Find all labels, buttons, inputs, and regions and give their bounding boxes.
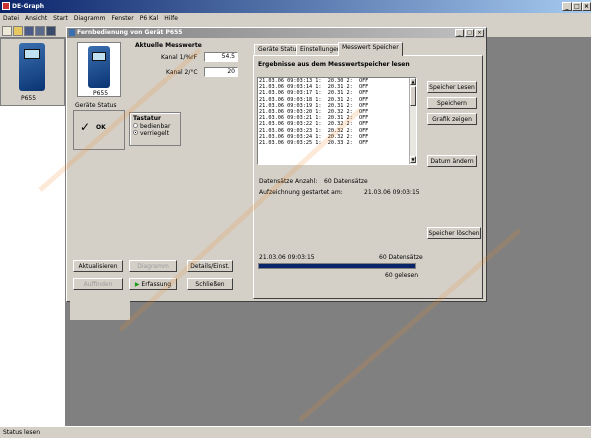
close-icon[interactable]: ×	[582, 2, 591, 11]
record-button[interactable]: ▶ Erfassung	[129, 278, 177, 290]
status-label: Geräte Status	[75, 102, 117, 109]
listbox-scrollbar[interactable]: ▲ ▼	[409, 78, 416, 164]
print-icon[interactable]	[35, 26, 45, 36]
memory-heading: Ergebnisse aus dem Messwertspeicher lese…	[258, 61, 410, 68]
device-picture: P655	[77, 42, 121, 97]
remote-control-window: Fernbedienung von Gerät P655 _ □ × P655 …	[66, 27, 487, 320]
status-value: OK	[96, 124, 106, 131]
maximize-icon[interactable]: □	[572, 2, 582, 11]
minimize-icon[interactable]: _	[562, 2, 572, 11]
sidebar-device-label: P655	[21, 95, 37, 102]
read-memory-button[interactable]: Speicher Lesen	[427, 81, 477, 93]
device-sidebar: P655	[0, 38, 66, 426]
menu-datei[interactable]: Datei	[0, 13, 22, 24]
close-button[interactable]: Schließen	[187, 278, 233, 290]
child-minimize-icon[interactable]: _	[455, 29, 464, 37]
memory-listbox[interactable]: 21.03.06 09:03:13 1: 20.30 2: OFF 21.03.…	[257, 77, 417, 165]
menu-diagramm[interactable]: Diagramm	[71, 13, 109, 24]
device-label: P655	[93, 90, 109, 97]
keyboard-option-operable-label: bedienbar	[140, 123, 171, 130]
menu-p6-kal[interactable]: P6 Kal	[137, 13, 162, 24]
readings-heading: Aktuelle Messwerte	[135, 42, 202, 49]
child-window-title: Fernbedienung von Gerät P655	[77, 29, 183, 36]
reading-2-value: 20	[204, 67, 238, 77]
progress-time: 21.03.06 09:03:15	[259, 254, 315, 261]
device-icon	[88, 46, 110, 88]
child-close-icon[interactable]: ×	[475, 29, 484, 37]
child-window-titlebar[interactable]: Fernbedienung von Gerät P655	[67, 28, 486, 38]
diagram-button[interactable]: Diagramm	[129, 260, 177, 272]
recording-started-value: 21.03.06 09:03:15	[364, 189, 420, 196]
device-icon	[19, 43, 45, 91]
clear-memory-button[interactable]: Speicher löschen	[427, 227, 481, 239]
record-count-value: 60 Datensätze	[324, 178, 368, 185]
checkmark-icon: ✓	[80, 120, 91, 134]
window-title: DE-Graph	[12, 3, 45, 10]
save-disk-icon[interactable]	[24, 26, 34, 36]
record-button-label: Erfassung	[141, 281, 172, 288]
scroll-down-icon[interactable]: ▼	[410, 156, 416, 163]
menu-fenster[interactable]: Fenster	[108, 13, 136, 24]
read-progress-bar	[258, 263, 416, 269]
reading-2-label: Kanal 2/°C	[166, 69, 198, 76]
keyboard-option-locked-label: verriegelt	[140, 130, 169, 137]
menu-bar: Datei Ansicht Start Diagramm Fenster P6 Kal Hi…	[0, 13, 591, 24]
record-count-label: Datensätze Anzahl:	[259, 178, 318, 185]
scroll-up-icon[interactable]: ▲	[410, 78, 416, 85]
window-titlebar[interactable]: DE-Graph	[0, 0, 591, 13]
save-button[interactable]: Speichern	[427, 97, 477, 109]
app-icon[interactable]	[2, 2, 10, 10]
keyboard-heading: Tastatur	[133, 115, 161, 122]
status-text: Status lesen	[3, 429, 41, 436]
menu-ansicht[interactable]: Ansicht	[22, 13, 50, 24]
recording-started-label: Aufzeichnung gestartet am:	[259, 189, 343, 196]
progress-read: 60 gelesen	[385, 272, 419, 279]
reading-1-label: Kanal 1/%rF	[161, 54, 198, 61]
child-maximize-icon[interactable]: □	[465, 29, 474, 37]
device-icon[interactable]	[46, 26, 56, 36]
menu-start[interactable]: Start	[50, 13, 71, 24]
open-folder-icon[interactable]	[13, 26, 23, 36]
keyboard-option-locked-radio[interactable]	[133, 130, 138, 135]
details-settings-button[interactable]: Details/Einst.	[187, 260, 233, 272]
sidebar-device-tile[interactable]: P655	[0, 38, 65, 106]
status-bar: Status lesen	[0, 426, 591, 438]
list-item[interactable]: 21.03.06 09:03:25 1: 20.33 2: OFF	[258, 140, 416, 146]
show-chart-button[interactable]: Grafik zeigen	[427, 113, 477, 125]
status-box: ✓ OK	[73, 110, 125, 150]
progress-total: 60 Datensätze	[379, 254, 423, 261]
keyboard-option-operable-radio[interactable]	[133, 123, 138, 128]
child-window-icon	[69, 29, 75, 36]
menu-hilfe[interactable]: Hilfe	[161, 13, 181, 24]
scroll-thumb[interactable]	[410, 86, 416, 106]
read-progress-fill	[259, 264, 415, 268]
change-date-button[interactable]: Datum ändern	[427, 155, 477, 167]
autofind-button[interactable]: Auffinden	[73, 278, 123, 290]
refresh-button[interactable]: Aktualisieren	[73, 260, 123, 272]
new-file-icon[interactable]	[2, 26, 12, 36]
reading-1-value: 54.5	[204, 52, 238, 62]
tab-measurement-memory[interactable]: Messwert Speicher	[338, 42, 403, 56]
